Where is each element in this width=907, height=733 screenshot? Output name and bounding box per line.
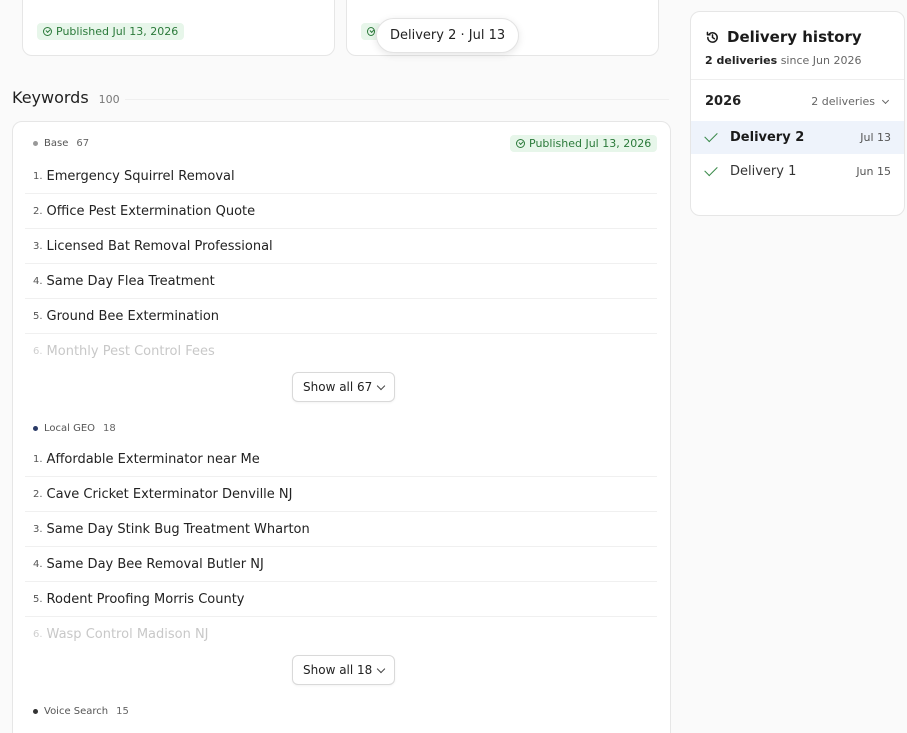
group-dot-icon bbox=[33, 709, 38, 714]
delivery-tooltip: Delivery 2 · Jul 13 bbox=[376, 18, 520, 53]
chevron-down-icon bbox=[377, 664, 386, 673]
check-icon bbox=[704, 128, 718, 143]
check-circle-icon bbox=[367, 27, 375, 36]
header-divider bbox=[125, 99, 669, 100]
delivery-history-panel: Delivery history 2 deliveries since Jun … bbox=[690, 11, 905, 216]
group-header-local-geo: Local GEO 18 bbox=[33, 423, 116, 434]
keyword-row[interactable]: 2. Office Pest Extermination Quote bbox=[25, 194, 657, 229]
show-all-local-geo-button[interactable]: Show all 18 bbox=[292, 655, 396, 685]
group-header-base: Base 67 bbox=[33, 138, 89, 149]
chevron-down-icon bbox=[881, 96, 890, 104]
group-dot-icon bbox=[33, 141, 38, 146]
keyword-row-faded: 6. Monthly Pest Control Fees bbox=[33, 344, 215, 359]
delivery-item-2[interactable]: Delivery 2 Jul 13 bbox=[691, 121, 904, 154]
delivery-item-1[interactable]: Delivery 1 Jun 15 bbox=[691, 155, 904, 188]
delivery-history-title: Delivery history bbox=[705, 28, 862, 46]
keyword-row[interactable]: 3. Same Day Stink Bug Treatment Wharton bbox=[25, 512, 657, 547]
show-all-base-button[interactable]: Show all 67 bbox=[292, 372, 396, 402]
chevron-down-icon bbox=[377, 381, 386, 390]
keywords-count: 100 bbox=[98, 93, 120, 106]
keyword-row[interactable]: 5. Rodent Proofing Morris County bbox=[25, 582, 657, 617]
check-icon bbox=[704, 162, 718, 177]
year-label: 2026 bbox=[705, 94, 742, 109]
year-toggle[interactable]: 2 deliveries bbox=[811, 95, 890, 108]
keyword-row[interactable]: 3. Licensed Bat Removal Professional bbox=[25, 229, 657, 264]
divider bbox=[691, 79, 904, 80]
history-icon bbox=[706, 31, 718, 43]
published-badge: Published Jul 13, 2026 bbox=[510, 135, 658, 152]
check-circle-icon bbox=[516, 139, 525, 148]
keyword-row[interactable]: 5. Ground Bee Extermination bbox=[25, 299, 657, 334]
delivery-card-1[interactable]: Published Jul 13, 2026 bbox=[22, 0, 335, 56]
keywords-header: Keywords 100 bbox=[12, 88, 120, 107]
keyword-row[interactable]: 4. Same Day Bee Removal Butler NJ bbox=[25, 547, 657, 582]
group-header-voice-search: Voice Search 15 bbox=[33, 706, 129, 717]
keyword-row[interactable]: 2. Cave Cricket Exterminator Denville NJ bbox=[25, 477, 657, 512]
keyword-row-faded: 6. Wasp Control Madison NJ bbox=[33, 627, 209, 642]
keyword-row[interactable]: 1. Affordable Exterminator near Me bbox=[25, 442, 657, 477]
group-dot-icon bbox=[33, 426, 38, 431]
keywords-panel: Base 67 Published Jul 13, 2026 1. Emergen… bbox=[12, 121, 671, 733]
published-badge: Published Jul 13, 2026 bbox=[37, 23, 185, 40]
keyword-row[interactable]: 4. Same Day Flea Treatment bbox=[25, 264, 657, 299]
keywords-title: Keywords bbox=[12, 88, 89, 107]
check-circle-icon bbox=[43, 27, 52, 36]
delivery-history-subtitle: 2 deliveries since Jun 2026 bbox=[705, 54, 862, 67]
keyword-row[interactable]: 1. Emergency Squirrel Removal bbox=[25, 159, 657, 194]
